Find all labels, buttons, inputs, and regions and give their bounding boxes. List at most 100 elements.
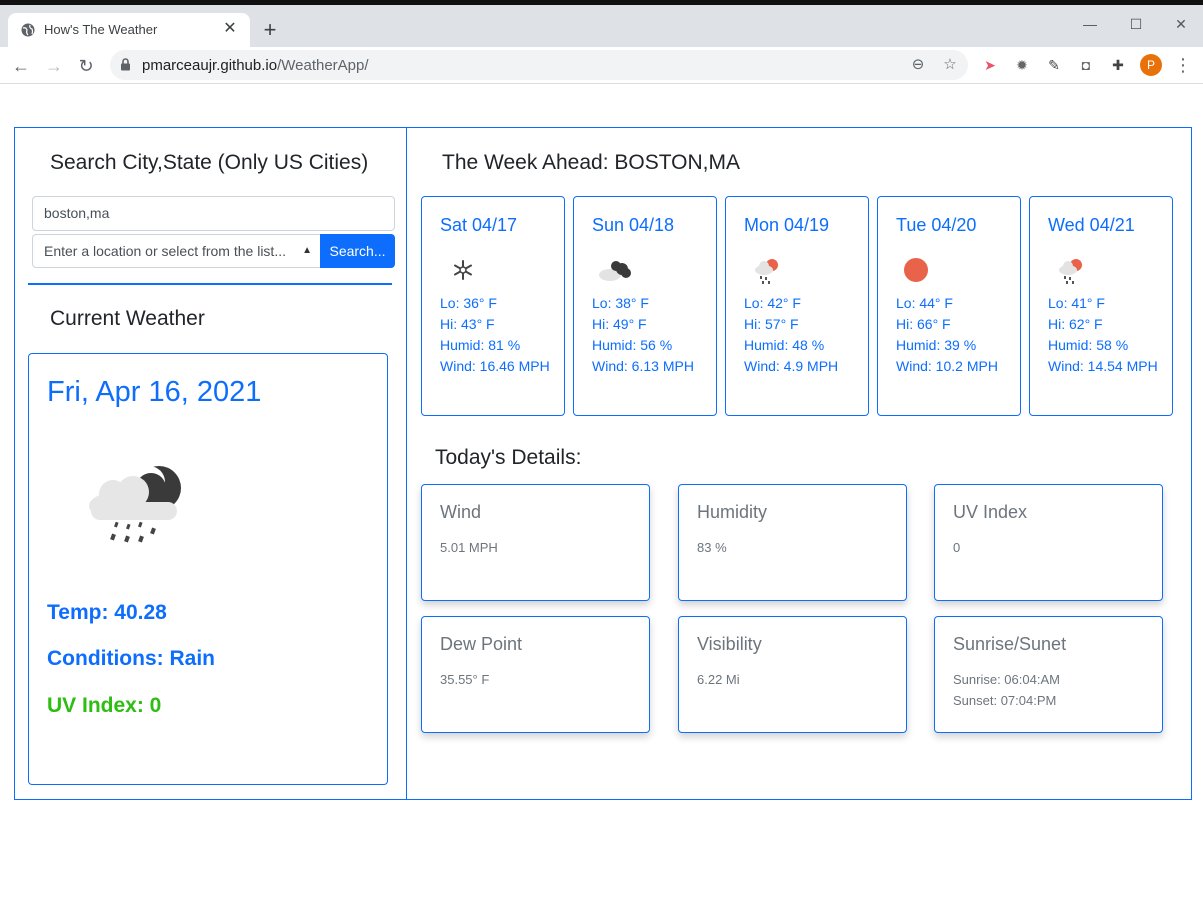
card-title: UV Index [953, 502, 1028, 522]
card-value: 5.01 MPH [440, 540, 498, 555]
search-heading: Search City,State (Only US Cities) [50, 151, 369, 174]
maximize-icon[interactable]: ☐ [1125, 13, 1147, 35]
bookmark-star-icon[interactable]: ☆ [940, 55, 960, 75]
current-uv-index: UV Index: 0 [47, 694, 162, 717]
day-high: Hi: 43° F [440, 316, 495, 332]
forecast-day-card: Mon 04/19 Lo: 42° F Hi: 57° F Humid: 48 … [725, 196, 869, 416]
cloudy-icon [599, 261, 631, 281]
day-stats: Lo: 36° F Hi: 43° F Humid: 81 % Wind: 16… [440, 293, 558, 377]
new-tab-icon[interactable]: + [258, 18, 282, 42]
day-humidity: Humid: 48 % [744, 337, 825, 353]
rain-night-icon [89, 466, 181, 543]
close-window-icon[interactable]: ✕ [1170, 13, 1192, 35]
day-stats: Lo: 42° F Hi: 57° F Humid: 48 % Wind: 4.… [744, 293, 862, 377]
card-title: Visibility [697, 634, 762, 654]
week-heading: The Week Ahead: BOSTON,MA [442, 151, 741, 174]
day-high: Hi: 62° F [1048, 316, 1103, 332]
dew-point-card: Dew Point 35.55° F [421, 616, 650, 733]
snow-icon [454, 260, 472, 280]
card-title: Sunrise/Sunet [953, 634, 1067, 654]
details-heading: Today's Details: [435, 446, 582, 469]
forecast-panel: The Week Ahead: BOSTON,MA Sat 04/17 Lo: … [406, 127, 1192, 800]
day-humidity: Humid: 39 % [896, 337, 977, 353]
browser-tab[interactable]: How's The Weather ✕ [8, 13, 250, 47]
bug-icon[interactable]: ✹ [1012, 55, 1032, 75]
current-weather-card: Fri, Apr 16, 2021 Temp: 40.28 Conditions… [28, 353, 388, 785]
lock-icon [121, 58, 130, 71]
tab-strip: How's The Weather ✕ + — ☐ ✕ [0, 5, 1203, 47]
day-high: Hi: 57° F [744, 316, 799, 332]
day-low: Lo: 38° F [592, 295, 649, 311]
city-input[interactable]: boston,ma [32, 196, 395, 231]
day-humidity: Humid: 58 % [1048, 337, 1129, 353]
day-wind: Wind: 16.46 MPH [440, 358, 550, 374]
day-title: Sun 04/18 [592, 215, 675, 235]
current-conditions: Conditions: Rain [47, 647, 215, 670]
tab-title: How's The Weather [44, 22, 158, 37]
camera-icon[interactable]: ◘ [1076, 55, 1096, 75]
uv-index-card: UV Index 0 [934, 484, 1163, 601]
back-icon[interactable]: ← [9, 54, 33, 78]
card-value: 0 [953, 540, 961, 555]
forward-icon[interactable]: → [42, 54, 66, 78]
address-bar[interactable]: pmarceaujr.github.io/WeatherApp/ ⊖ ☆ [110, 50, 968, 80]
day-low: Lo: 42° F [744, 295, 801, 311]
zoom-icon[interactable]: ⊖ [908, 55, 928, 75]
location-select-placeholder: Enter a location or select from the list… [44, 243, 286, 259]
day-title: Tue 04/20 [896, 215, 977, 235]
profile-avatar[interactable]: P [1140, 54, 1162, 76]
menu-dots-icon[interactable]: ⋮ [1173, 54, 1193, 76]
day-wind: Wind: 6.13 MPH [592, 358, 694, 374]
day-humidity: Humid: 56 % [592, 337, 673, 353]
sunset-time: Sunset: 07:04:PM [953, 693, 1057, 708]
forecast-day-card: Sat 04/17 Lo: 36° F Hi: 43° F Humid: 81 … [421, 196, 565, 416]
forecast-day-card: Tue 04/20 Lo: 44° F Hi: 66° F Humid: 39 … [877, 196, 1021, 416]
globe-icon [21, 23, 35, 37]
day-title: Sat 04/17 [440, 215, 518, 235]
card-title: Humidity [697, 502, 768, 522]
search-button[interactable]: Search... [320, 234, 395, 268]
day-low: Lo: 36° F [440, 295, 497, 311]
select-caret-icon: ▲▼ [302, 245, 312, 256]
url-text: pmarceaujr.github.io/WeatherApp/ [142, 57, 369, 74]
day-title: Mon 04/19 [744, 215, 830, 235]
day-stats: Lo: 38° F Hi: 49° F Humid: 56 % Wind: 6.… [592, 293, 710, 377]
minimize-icon[interactable]: — [1079, 13, 1101, 35]
location-select[interactable]: Enter a location or select from the list… [32, 234, 321, 268]
current-temp: Temp: 40.28 [47, 601, 167, 624]
forecast-day-card: Sun 04/18 Lo: 38° F Hi: 49° F Humid: 56 … [573, 196, 717, 416]
day-high: Hi: 49° F [592, 316, 647, 332]
extension-arrow-icon[interactable]: ➤ [980, 55, 1000, 75]
rain-sun-icon [755, 259, 778, 284]
current-weather-heading: Current Weather [50, 307, 205, 330]
day-low: Lo: 44° F [896, 295, 953, 311]
close-tab-icon[interactable]: ✕ [220, 19, 240, 39]
reload-icon[interactable]: ↻ [74, 54, 98, 78]
card-value: 6.22 Mi [697, 672, 740, 687]
day-humidity: Humid: 81 % [440, 337, 521, 353]
eyedropper-icon[interactable]: ✎ [1044, 55, 1064, 75]
card-value: 83 % [697, 540, 727, 555]
card-value: Sunrise: 06:04:AM Sunset: 07:04:PM [953, 669, 1060, 711]
sun-icon [904, 258, 928, 282]
day-wind: Wind: 4.9 MPH [744, 358, 839, 374]
day-wind: Wind: 10.2 MPH [896, 358, 998, 374]
day-high: Hi: 66° F [896, 316, 951, 332]
humidity-card: Humidity 83 % [678, 484, 907, 601]
visibility-card: Visibility 6.22 Mi [678, 616, 907, 733]
day-title: Wed 04/21 [1048, 215, 1135, 235]
day-stats: Lo: 44° F Hi: 66° F Humid: 39 % Wind: 10… [896, 293, 1014, 377]
search-panel: Search City,State (Only US Cities) bosto… [14, 127, 407, 800]
wind-card: Wind 5.01 MPH [421, 484, 650, 601]
card-title: Dew Point [440, 634, 523, 654]
day-low: Lo: 41° F [1048, 295, 1105, 311]
browser-toolbar: ← → ↻ pmarceaujr.github.io/WeatherApp/ ⊖… [0, 47, 1203, 84]
rain-sun-icon [1059, 259, 1082, 284]
card-title: Wind [440, 502, 482, 522]
divider [28, 283, 392, 285]
sunrise-sunset-card: Sunrise/Sunet Sunrise: 06:04:AM Sunset: … [934, 616, 1163, 733]
card-value: 35.55° F [440, 672, 490, 687]
puzzle-icon[interactable]: ✚ [1108, 55, 1128, 75]
forecast-day-card: Wed 04/21 Lo: 41° F Hi: 62° F Humid: 58 … [1029, 196, 1173, 416]
day-stats: Lo: 41° F Hi: 62° F Humid: 58 % Wind: 14… [1048, 293, 1166, 377]
